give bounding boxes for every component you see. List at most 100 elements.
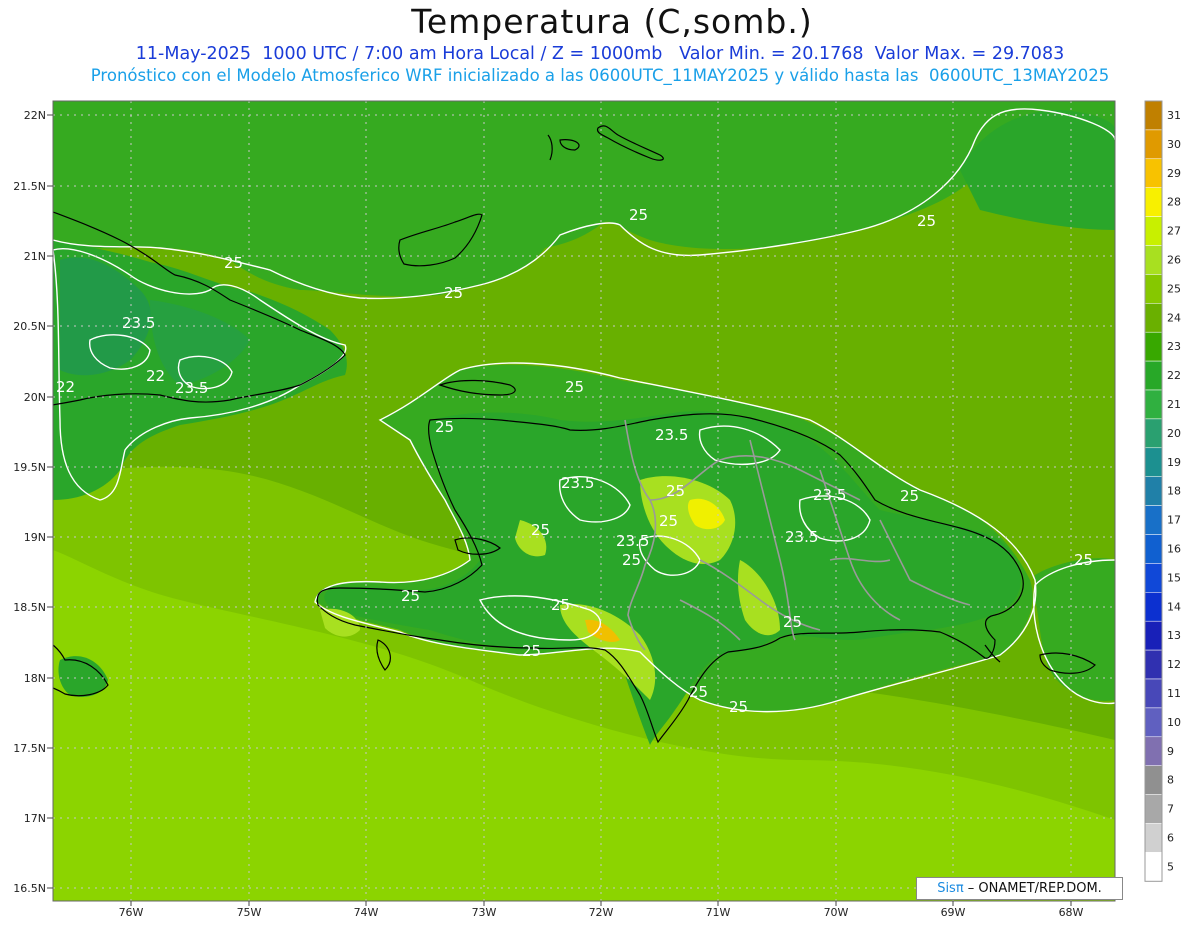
contour-label: 23.5 (175, 379, 208, 397)
lon-ticks (130, 901, 1072, 906)
colorbar-label: 24 (1167, 311, 1181, 324)
contour-label: 23.5 (813, 486, 846, 504)
lat-label: 18N (24, 672, 46, 685)
colorbar-label: 26 (1167, 254, 1181, 267)
lon-label: 72W (589, 906, 614, 919)
colorbar-label: 13 (1167, 629, 1181, 642)
lat-label: 21.5N (13, 180, 46, 193)
credit-org: – ONAMET/REP.DOM. (963, 881, 1102, 896)
colorbar-swatch (1144, 274, 1163, 304)
colorbar-swatch (1144, 418, 1163, 449)
colorbar-swatch (1144, 360, 1163, 391)
lon-axis: 76W 75W 74W 73W 72W 71W 70W 69W 68W (119, 906, 1084, 919)
colorbar-label: 19 (1167, 456, 1181, 469)
lon-label: 73W (472, 906, 497, 919)
lat-label: 17N (24, 812, 46, 825)
colorbar-swatch (1144, 389, 1163, 420)
contour-label: 25 (531, 521, 550, 539)
colorbar-label: 9 (1167, 745, 1174, 758)
contour-label: 25 (900, 487, 919, 505)
sispi-logo: Sisπ (937, 881, 964, 896)
lat-label: 20N (24, 391, 46, 404)
colorbar-swatch (1144, 707, 1163, 738)
colorbar-label: 16 (1167, 543, 1181, 556)
colorbar-swatch (1144, 187, 1163, 217)
colorbar-swatch (1144, 216, 1163, 246)
lon-label: 75W (237, 906, 262, 919)
colorbar-label: 5 (1167, 860, 1174, 873)
contour-label: 25 (1074, 551, 1093, 569)
colorbar-swatch (1144, 447, 1163, 477)
colorbar-swatch (1144, 794, 1163, 824)
contour-label: 25 (783, 613, 802, 631)
colorbar-label: 27 (1167, 225, 1181, 238)
contour-label: 25 (666, 482, 685, 500)
colorbar-swatch (1144, 476, 1163, 506)
contour-label: 23.5 (616, 532, 649, 550)
colorbar-label: 6 (1167, 832, 1174, 845)
lat-label: 19N (24, 531, 46, 544)
colorbar-label: 25 (1167, 282, 1181, 295)
colorbar-swatch (1144, 620, 1163, 651)
colorbar-label: 29 (1167, 167, 1181, 180)
colorbar-label: 17 (1167, 514, 1181, 527)
colorbar-swatch (1144, 129, 1163, 160)
colorbar-swatch (1144, 100, 1163, 131)
colorbar-label: 7 (1167, 803, 1174, 816)
map-field: 25 25 25 25 25 25 25 25 25 25 25 25 25 2… (53, 101, 1115, 901)
colorbar-label: 20 (1167, 427, 1181, 440)
contour-label: 25 (522, 642, 541, 660)
contour-label: 23.5 (655, 426, 688, 444)
lat-ticks (47, 114, 53, 889)
lat-label: 16.5N (13, 882, 46, 895)
contour-label: 22 (146, 367, 165, 385)
lon-label: 71W (706, 906, 731, 919)
lat-label: 22N (24, 109, 46, 122)
colorbar-label: 11 (1167, 687, 1181, 700)
contour-label: 25 (729, 698, 748, 716)
colorbar-swatch (1144, 245, 1163, 275)
contour-label: 25 (659, 512, 678, 530)
colorbar-label: 12 (1167, 658, 1181, 671)
colorbar-swatch (1144, 331, 1163, 362)
contour-label: 25 (224, 254, 243, 272)
lon-label: 76W (119, 906, 144, 919)
contour-label: 23.5 (122, 314, 155, 332)
colorbar-label: 10 (1167, 716, 1181, 729)
colorbar-swatch (1144, 505, 1163, 535)
contour-label: 25 (629, 206, 648, 224)
contour-label: 25 (917, 212, 936, 230)
lat-label: 18.5N (13, 601, 46, 614)
contour-label: 25 (689, 683, 708, 701)
subtitle-model-run: Pronóstico con el Modelo Atmosferico WRF… (90, 66, 1110, 85)
colorbar-label: 30 (1167, 138, 1181, 151)
lat-label: 19.5N (13, 461, 46, 474)
contour-label: 25 (551, 596, 570, 614)
colorbar-swatch (1144, 678, 1163, 709)
colorbar-swatch (1144, 852, 1163, 882)
colorbar-swatch (1144, 303, 1163, 333)
colorbar: 31 30 29 28 27 26 25 24 23 22 21 20 19 18 17 16 15 14 13 12… (1144, 100, 1181, 882)
lat-label: 17.5N (13, 742, 46, 755)
lat-label: 20.5N (13, 320, 46, 333)
colorbar-swatch (1144, 592, 1163, 622)
contour-label: 25 (435, 418, 454, 436)
colorbar-label: 15 (1167, 571, 1181, 584)
contour-label: 25 (622, 551, 641, 569)
contour-label: 25 (565, 378, 584, 396)
subtitle-valid-time: 11-May-2025 1000 UTC / 7:00 am Hora Loca… (135, 44, 1065, 64)
colorbar-label: 8 (1167, 774, 1174, 787)
colorbar-swatch (1144, 649, 1163, 680)
lat-axis: 22N 21.5N 21N 20.5N 20N 19.5N 19N 18.5N … (13, 109, 46, 895)
colorbar-label: 28 (1167, 196, 1181, 209)
credit-box: Sisπ – ONAMET/REP.DOM. (916, 877, 1123, 900)
colorbar-label: 22 (1167, 369, 1181, 382)
contour-label: 25 (401, 587, 420, 605)
colorbar-swatch (1144, 563, 1163, 593)
colorbar-label: 21 (1167, 398, 1181, 411)
colorbar-swatch (1144, 158, 1163, 188)
colorbar-label: 23 (1167, 340, 1181, 353)
colorbar-label: 18 (1167, 485, 1181, 498)
lon-label: 68W (1059, 906, 1084, 919)
contour-label: 23.5 (561, 474, 594, 492)
